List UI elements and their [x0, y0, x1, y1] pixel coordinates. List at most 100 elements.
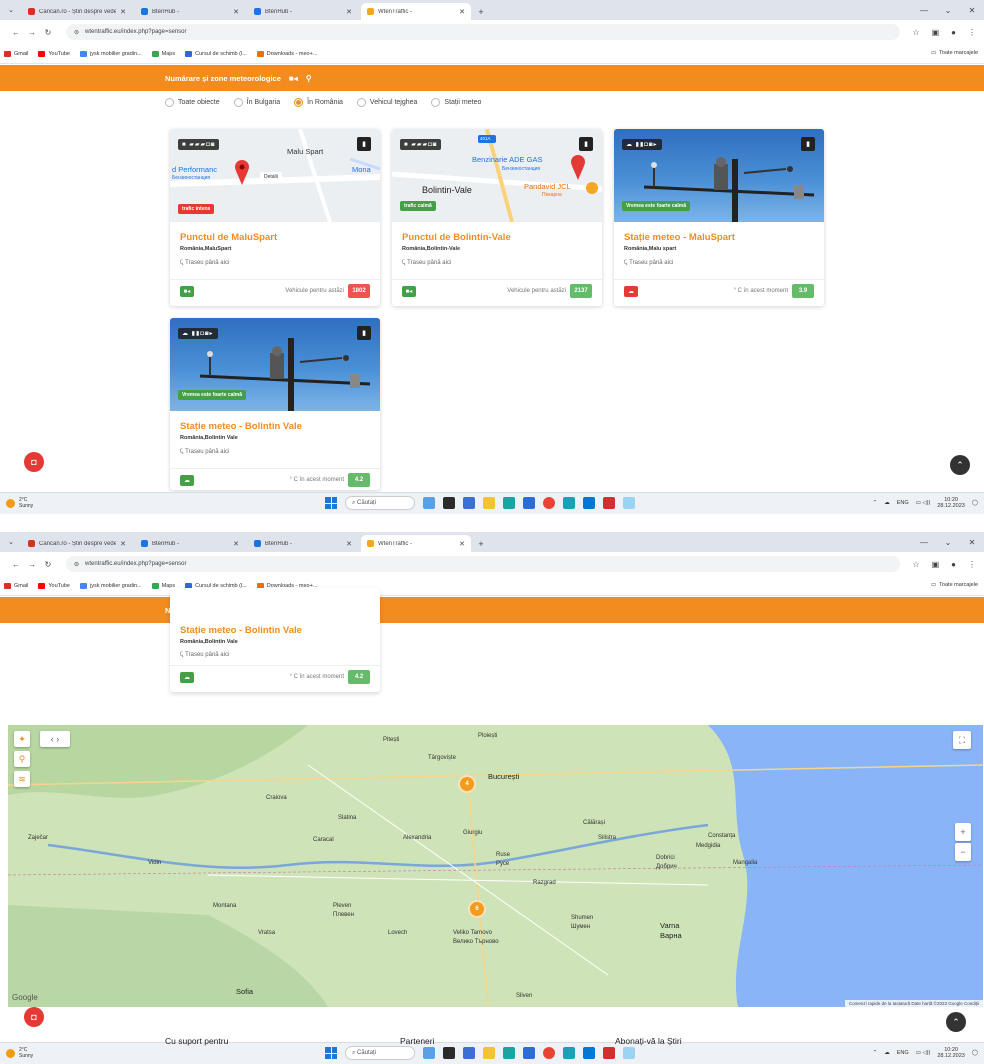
bookmark-icon[interactable]: ▮ — [357, 137, 371, 151]
notification-icon[interactable]: ◯ — [972, 1050, 978, 1056]
new-tab-button[interactable]: + — [474, 3, 488, 20]
taskview-icon[interactable] — [443, 497, 455, 509]
sensor-map[interactable]: București Craiova Pitești Ruse Русе Plev… — [8, 725, 983, 1007]
browser-tab[interactable]: BtenHub - ✕ — [135, 3, 245, 20]
forward-icon[interactable]: → — [24, 560, 40, 569]
browser-tab[interactable]: BtenHub - ✕ — [248, 3, 358, 20]
weather-cloud-icon[interactable]: ☁ — [180, 475, 194, 486]
browser-tab[interactable]: BtenHub - ✕ — [248, 535, 358, 552]
taskbar-search[interactable]: ⌕ Căutați — [345, 1046, 415, 1060]
notification-icon[interactable]: ◯ — [972, 500, 978, 506]
minimize-icon[interactable]: — — [912, 0, 936, 20]
close-icon[interactable]: ✕ — [346, 540, 352, 548]
language-indicator[interactable]: ENG — [897, 1050, 909, 1056]
pegman-button[interactable]: ⚲ — [14, 751, 30, 767]
word-icon[interactable] — [523, 497, 535, 509]
tray-chevron-icon[interactable]: ⌃ — [873, 500, 878, 506]
browser-tab-active[interactable]: WtenTraffic - ✕ — [361, 535, 471, 552]
language-indicator[interactable]: ENG — [897, 500, 909, 506]
browser-tab[interactable]: Cancan.ro - Știri despre vedete ✕ — [22, 535, 132, 552]
minimize-icon[interactable]: — — [912, 532, 936, 552]
back-icon[interactable]: ← — [8, 28, 24, 37]
extension-icon[interactable]: ● — [951, 28, 956, 37]
bookmark-icon[interactable]: ▮ — [579, 137, 593, 151]
widgets-icon[interactable] — [423, 1047, 435, 1059]
feedback-button[interactable]: ◘ — [24, 452, 44, 472]
widgets-icon[interactable] — [423, 497, 435, 509]
scroll-top-button[interactable]: ⌃ — [946, 1012, 966, 1032]
sensor-card[interactable]: ☁ ▮▮◘◙▸ ▮ Vremea este foarte calmă Stați… — [170, 318, 380, 490]
sidepanel-icon[interactable]: ▣ — [932, 560, 940, 569]
browser-tab[interactable]: BtenHub - ✕ — [135, 535, 245, 552]
close-icon[interactable]: ✕ — [459, 540, 465, 548]
camera-icon[interactable]: ■◂ — [289, 74, 298, 83]
site-info-icon[interactable]: ⊜ — [74, 561, 79, 568]
chrome-icon[interactable] — [543, 497, 555, 509]
card-title[interactable]: Stație meteo - MaluSpart — [624, 232, 735, 243]
map-cluster-marker[interactable]: 6 — [468, 900, 486, 918]
tab-search-icon[interactable]: ⌄ — [0, 532, 22, 552]
star-icon[interactable]: ☆ — [912, 560, 919, 569]
url-field[interactable]: ⊜ wtentraffic.eu/index.php?page=sensor — [66, 24, 901, 40]
fullscreen-button[interactable]: ⛶ — [953, 731, 971, 749]
card-title[interactable]: Stație meteo - Bolintin Vale — [180, 421, 302, 432]
bookmark-item[interactable]: Cursul de schimb (l... — [185, 50, 247, 57]
route-link[interactable]: ⤹ Traseu până aici — [180, 652, 229, 659]
edge-icon[interactable] — [463, 1047, 475, 1059]
menu-icon[interactable]: ⋮ — [968, 560, 976, 569]
bookmark-item[interactable]: Downloads - meo+... — [256, 50, 317, 57]
new-tab-button[interactable]: + — [474, 535, 488, 552]
weather-widget[interactable]: 2°C Sunny — [6, 1047, 33, 1059]
store-icon[interactable] — [503, 497, 515, 509]
chevron-icon[interactable]: ⌄ — [936, 532, 960, 552]
store-icon[interactable] — [503, 1047, 515, 1059]
close-icon[interactable]: ✕ — [459, 8, 465, 16]
star-icon[interactable]: ☆ — [912, 28, 919, 37]
close-icon[interactable]: ✕ — [233, 540, 239, 548]
close-window-icon[interactable]: ✕ — [960, 0, 984, 20]
weather-widget[interactable]: 2°C Sunny — [6, 497, 33, 509]
bookmark-item[interactable]: jysk mobilier gradin... — [80, 50, 142, 57]
all-bookmarks-folder[interactable]: ▭ Toate marcajele — [931, 50, 978, 56]
photos-icon[interactable] — [623, 1047, 635, 1059]
edge-icon[interactable] — [463, 497, 475, 509]
menu-icon[interactable]: ⋮ — [968, 28, 976, 37]
url-field[interactable]: ⊜ wtentraffic.eu/index.php?page=sensor — [66, 556, 901, 572]
bookmark-item[interactable]: Maps — [151, 50, 175, 57]
filter-bulgaria[interactable]: În Bulgaria — [233, 98, 280, 107]
bookmark-icon[interactable]: ▮ — [801, 137, 815, 151]
explorer-icon[interactable] — [483, 497, 495, 509]
network-volume-icon[interactable]: ▭ ◁)) — [916, 500, 931, 506]
sensor-card[interactable]: ■ ▰▰▰◘◙ ▮ Malu Spart d Performanc Бензин… — [170, 129, 380, 306]
filter-romania[interactable]: În România — [294, 98, 343, 107]
card-title[interactable]: Stație meteo - Bolintin Vale — [180, 625, 302, 636]
sensor-card[interactable]: ☁ ▮▮◘◙▸ ▮ Vremea este foarte calmă Stați… — [614, 129, 824, 306]
close-icon[interactable]: ✕ — [233, 8, 239, 16]
bookmark-icon[interactable]: ▮ — [357, 326, 371, 340]
feedback-button[interactable]: ◘ — [24, 1007, 44, 1027]
filter-weather-stations[interactable]: Stații meteo — [431, 98, 481, 107]
all-bookmarks-folder[interactable]: ▭ Toate marcajele — [931, 582, 978, 588]
camera-icon[interactable]: ■◂ — [180, 286, 194, 297]
card-title[interactable]: Punctul de MaluSpart — [180, 232, 277, 243]
browser-tab[interactable]: Cancan.ro - Știri despre vedete ✕ — [22, 3, 132, 20]
bookmark-item[interactable]: Gmail — [4, 582, 28, 589]
close-window-icon[interactable]: ✕ — [960, 532, 984, 552]
taskview-icon[interactable] — [443, 1047, 455, 1059]
pdf-icon[interactable] — [603, 1047, 615, 1059]
filter-all[interactable]: Toate obiecte — [165, 98, 220, 107]
sensor-card[interactable]: ■ ▰▰▰◘◙ ▮ 401A Benzinarie ADE GAS Бензин… — [392, 129, 602, 306]
weather-cloud-icon[interactable]: ☁ — [624, 286, 638, 297]
weather-cloud-icon[interactable]: ☁ — [180, 672, 194, 683]
windows-start-icon[interactable] — [325, 497, 337, 509]
locate-button[interactable]: ✦ — [14, 731, 30, 747]
map-attribution[interactable]: Comenzi rapide de la tastatură Date hart… — [844, 1000, 983, 1007]
teams-icon[interactable] — [563, 1047, 575, 1059]
sensor-card[interactable]: Stație meteo - Bolintin Vale România,Bol… — [170, 588, 380, 692]
onedrive-icon[interactable]: ☁ — [884, 1050, 890, 1056]
browser-tab-active[interactable]: WtenTraffic - ✕ — [361, 3, 471, 20]
camera-icon[interactable]: ■◂ — [402, 286, 416, 297]
tab-search-icon[interactable]: ⌄ — [0, 0, 22, 20]
route-link[interactable]: ⤹ Traseu până aici — [180, 260, 229, 267]
outlook-icon[interactable] — [583, 497, 595, 509]
